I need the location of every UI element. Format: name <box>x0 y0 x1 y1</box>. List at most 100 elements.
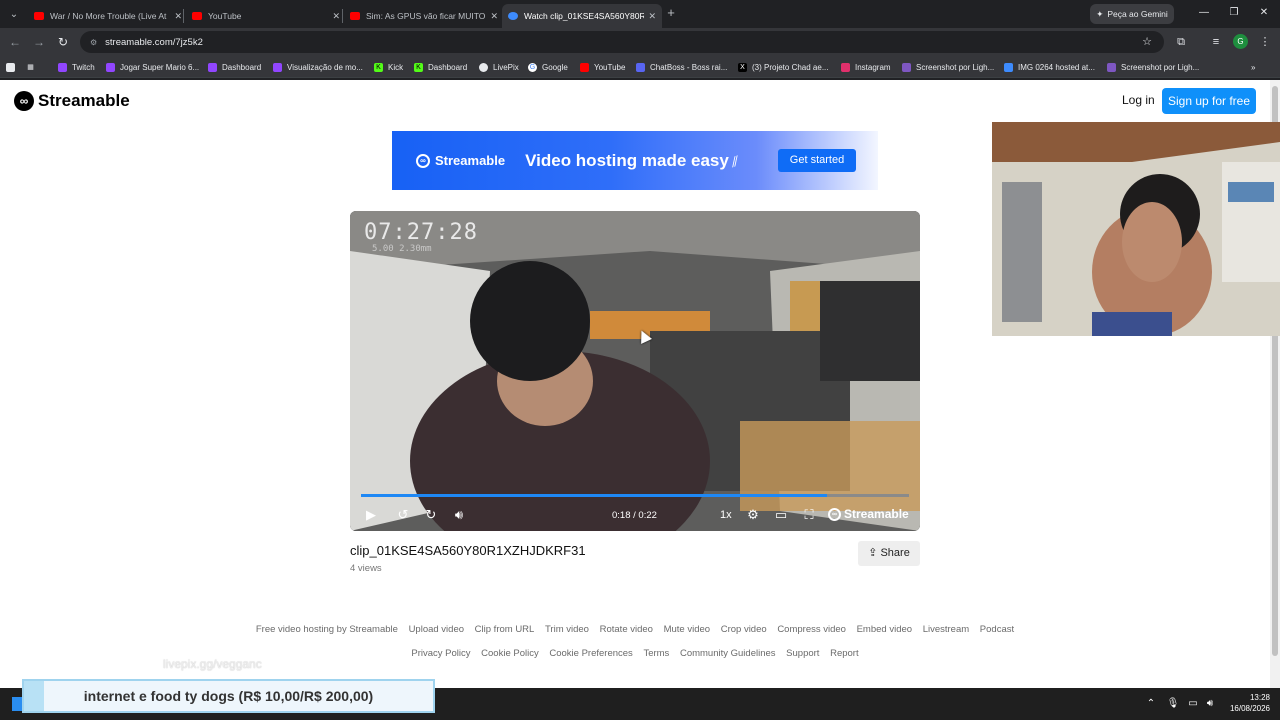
apps-icon[interactable] <box>6 60 20 74</box>
bookmark-kick-dashboard[interactable]: K Dashboard <box>414 60 467 74</box>
tab-3[interactable]: Sim: As GPUS vão ficar MUITO ✕ <box>344 4 504 28</box>
bookmark-mario[interactable]: Jogar Super Mario 6... <box>106 60 199 74</box>
bookmark-x[interactable]: X (3) Projeto Chad ae... <box>738 60 828 74</box>
speaker-icon[interactable]: 🔊︎ <box>1203 697 1217 711</box>
promo-banner[interactable]: ∞ Streamable Video hosting made easy ⁄⁄ … <box>392 131 878 190</box>
footer-link[interactable]: Free video hosting by Streamable <box>256 624 398 635</box>
footer-link[interactable]: Compress video <box>777 624 846 635</box>
microphone-icon[interactable]: 🎙︎ <box>1166 697 1180 711</box>
settings-gear-icon[interactable]: ⚙ <box>743 505 763 525</box>
address-bar[interactable]: ⚙ streamable.com/7jz5k2 ☆ <box>80 31 1164 53</box>
bookmark-dashboard[interactable]: Dashboard <box>208 60 261 74</box>
tab-1[interactable]: War / No More Trouble (Live At ✕ <box>28 4 188 28</box>
footer-link[interactable]: Clip from URL <box>475 624 535 635</box>
gemini-button[interactable]: ✦ Peça ao Gemini <box>1090 4 1174 24</box>
footer-link[interactable]: Privacy Policy <box>411 648 470 659</box>
media-icon[interactable]: ≡ <box>1208 34 1224 50</box>
bookmarks-bar: ▦ Twitch Jogar Super Mario 6... Dashboar… <box>0 56 1280 78</box>
bookmark-youtube[interactable]: YouTube <box>580 60 625 74</box>
back-icon[interactable]: ← <box>7 34 23 50</box>
clock-date: 16/08/2026 <box>1229 704 1270 713</box>
bookmark-visualizacao[interactable]: Visualização de mo... <box>273 60 363 74</box>
footer-link[interactable]: Embed video <box>857 624 912 635</box>
sparkle-icon: ⁄⁄ <box>730 152 741 169</box>
close-icon[interactable]: ✕ <box>174 11 182 22</box>
toolbar: ← → ↻ ⚙ streamable.com/7jz5k2 ☆ ⧉ ≡ G ⋮ <box>0 28 1280 56</box>
livepix-watermark: livepix.gg/vegganc <box>163 657 262 671</box>
bookmark-screenshot-1[interactable]: Screenshot por Ligh... <box>902 60 994 74</box>
forward-skip-icon[interactable]: ↻ <box>421 505 441 525</box>
share-icon: ⇪ <box>868 547 878 559</box>
minimize-button[interactable]: — <box>1196 6 1212 20</box>
youtube-icon <box>34 12 44 20</box>
login-link[interactable]: Log in <box>1122 93 1155 107</box>
bookmark-img[interactable]: IMG 0264 hosted at... <box>1004 60 1095 74</box>
close-icon[interactable]: ✕ <box>490 11 498 22</box>
player-brand-link[interactable]: ∞ Streamable <box>828 507 909 521</box>
site-info-icon[interactable]: ⚙ <box>90 38 97 47</box>
close-icon[interactable]: ✕ <box>332 11 340 22</box>
browser-chrome: ⌄ War / No More Trouble (Live At ✕ YouTu… <box>0 0 1280 80</box>
streamable-logo[interactable]: ∞ Streamable <box>14 91 130 111</box>
footer-link[interactable]: Mute video <box>664 624 710 635</box>
forward-icon[interactable]: → <box>31 34 47 50</box>
footer-link[interactable]: Upload video <box>409 624 464 635</box>
play-icon[interactable]: ▶ <box>361 505 381 525</box>
bookmark-chatboss[interactable]: ChatBoss - Boss rai... <box>636 60 727 74</box>
footer-link[interactable]: Report <box>830 648 859 659</box>
picture-in-picture-icon[interactable]: ▭ <box>771 505 791 525</box>
close-icon[interactable]: ✕ <box>648 11 656 22</box>
fullscreen-icon[interactable]: ⛶ <box>799 505 819 525</box>
bookmark-screenshot-2[interactable]: Screenshot por Ligh... <box>1107 60 1199 74</box>
profile-avatar[interactable]: G <box>1233 34 1248 49</box>
bookmark-livepix[interactable]: LivePix <box>479 60 519 74</box>
tab-search-button[interactable]: ⌄ <box>4 4 24 24</box>
bookmark-twitch[interactable]: Twitch <box>58 60 95 74</box>
taskbar-clock[interactable]: 13:28 16/08/2026 <box>1222 692 1270 714</box>
signup-button[interactable]: Sign up for free <box>1162 88 1256 114</box>
tab-2[interactable]: YouTube ✕ <box>186 4 346 28</box>
tab-strip: ⌄ War / No More Trouble (Live At ✕ YouTu… <box>0 0 1280 28</box>
footer-link[interactable]: Terms <box>643 648 669 659</box>
streamable-icon <box>508 12 518 20</box>
extensions-icon[interactable]: ⧉ <box>1173 34 1189 50</box>
volume-icon[interactable]: 🔊︎ <box>449 505 469 525</box>
new-tab-button[interactable]: + <box>664 6 678 20</box>
more-bookmarks-icon[interactable]: » <box>1251 60 1255 74</box>
footer-link[interactable]: Crop video <box>721 624 767 635</box>
footer-links-row1: Free video hosting by Streamable Upload … <box>0 624 1270 635</box>
bookmark-kick[interactable]: K Kick <box>374 60 403 74</box>
footer-link[interactable]: Rotate video <box>600 624 653 635</box>
footer-link[interactable]: Cookie Preferences <box>549 648 632 659</box>
tab-4-active[interactable]: Watch clip_01KSE4SA560Y80R1 ✕ <box>502 4 662 28</box>
network-icon[interactable]: ▭ <box>1186 697 1200 711</box>
video-player[interactable]: 07:27:28 5.00 2.30mm ▶ ↺ ↻ 🔊︎ 0:18 / 0:2… <box>350 211 920 531</box>
tab-groups-icon[interactable]: ▦ <box>26 60 40 74</box>
bookmark-instagram[interactable]: Instagram <box>841 60 891 74</box>
streamable-logo-icon: ∞ <box>828 507 841 521</box>
menu-icon[interactable]: ⋮ <box>1257 34 1273 50</box>
alert-accent <box>24 681 44 711</box>
playback-speed-button[interactable]: 1x <box>720 509 732 521</box>
time-display: 0:18 / 0:22 <box>612 510 657 521</box>
share-button[interactable]: ⇪ Share <box>858 541 920 566</box>
get-started-button[interactable]: Get started <box>778 149 856 172</box>
bookmark-star-icon[interactable]: ☆ <box>1142 35 1152 48</box>
footer-link[interactable]: Community Guidelines <box>680 648 776 659</box>
reload-icon[interactable]: ↻ <box>55 34 71 50</box>
footer-link[interactable]: Podcast <box>980 624 1014 635</box>
footer-link[interactable]: Support <box>786 648 819 659</box>
close-window-button[interactable]: ✕ <box>1256 6 1272 20</box>
footer-link[interactable]: Livestream <box>923 624 969 635</box>
footer-link[interactable]: Trim video <box>545 624 589 635</box>
progress-fill <box>361 494 827 497</box>
progress-bar[interactable] <box>361 494 909 497</box>
chevron-up-icon[interactable]: ⌃ <box>1144 697 1158 711</box>
overlay-timestamp: 07:27:28 <box>364 220 478 245</box>
video-frame <box>350 211 920 531</box>
bookmark-google[interactable]: G Google <box>528 60 568 74</box>
rewind-icon[interactable]: ↺ <box>393 505 413 525</box>
footer-link[interactable]: Cookie Policy <box>481 648 539 659</box>
restore-button[interactable]: ❐ <box>1226 6 1242 20</box>
player-controls: ▶ ↺ ↻ 🔊︎ 0:18 / 0:22 1x ⚙ ▭ ⛶ ∞ Streamab… <box>350 501 920 531</box>
